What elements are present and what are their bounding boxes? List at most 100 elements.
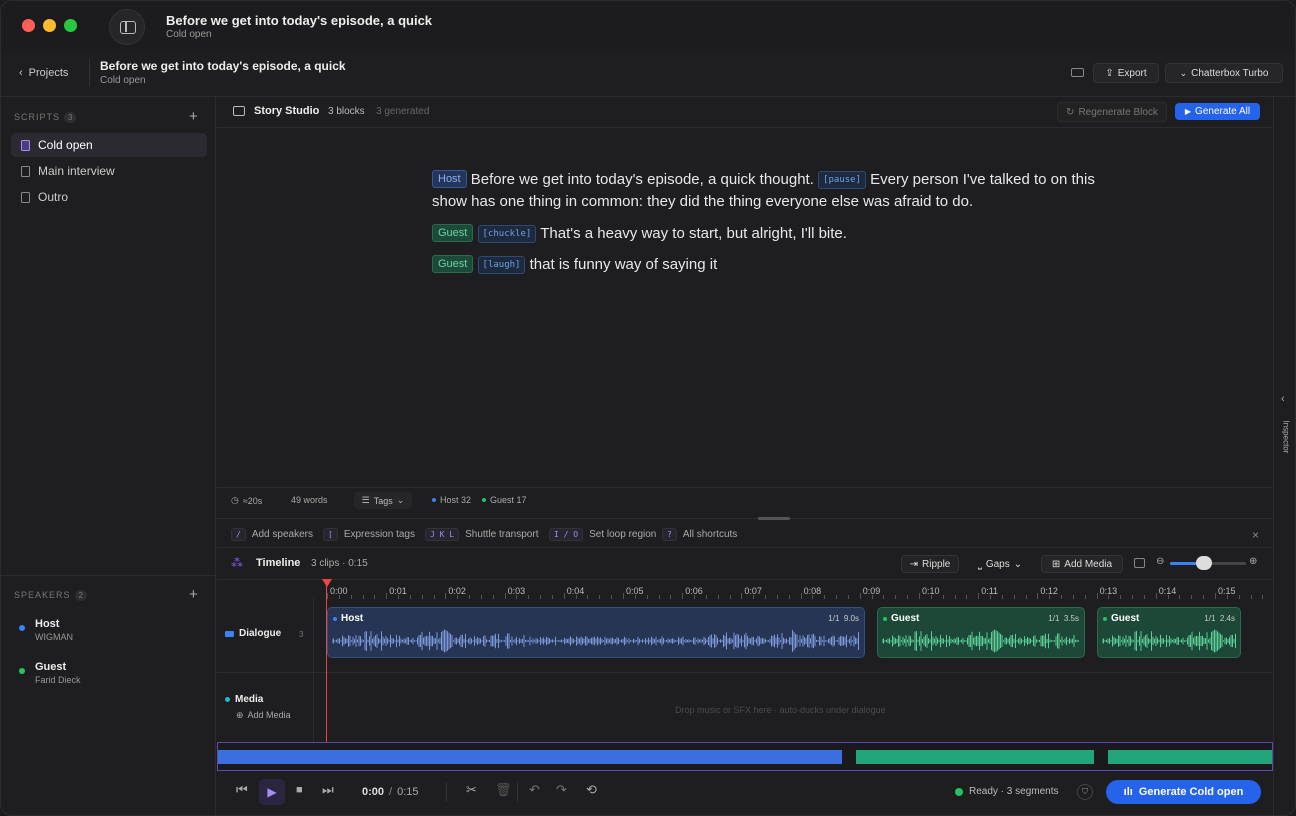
clip-duration: 3.5s xyxy=(1063,614,1079,623)
stop-button[interactable]: ■ xyxy=(296,784,303,796)
speaker-item-guest[interactable]: Guest Farid Dieck xyxy=(11,658,207,692)
script-item-main-interview[interactable]: Main interview xyxy=(11,159,207,183)
project-header: ‹ Projects Before we get into today's ep… xyxy=(1,51,1295,97)
inspector-toggle[interactable]: Inspector xyxy=(1282,421,1291,461)
ruler-tick-mark xyxy=(350,595,352,599)
zoom-out-icon[interactable]: ⊖ xyxy=(1156,556,1164,567)
export-label: Export xyxy=(1117,67,1147,79)
shortcut-hint: [Expression tags xyxy=(323,528,415,541)
chevron-left-icon[interactable]: ‹ xyxy=(1281,393,1285,405)
generate-cold-open-button[interactable]: ılı Generate Cold open xyxy=(1106,780,1261,804)
divider xyxy=(217,579,1273,580)
ripple-icon: ⇥ xyxy=(909,558,919,570)
waveform xyxy=(882,629,1079,653)
loop-icon[interactable]: ⟲ xyxy=(586,782,597,798)
add-speaker-button[interactable]: + xyxy=(189,586,198,603)
expression-tag-pause[interactable]: [pause] xyxy=(818,171,866,189)
back-to-projects-link[interactable]: ‹ Projects xyxy=(19,67,68,79)
title-bar: Before we get into today's episode, a qu… xyxy=(1,1,1295,51)
ruler-tick-mark xyxy=(433,595,435,599)
script-block-guest[interactable]: Guest [laugh] that is funny way of sayin… xyxy=(432,254,1112,276)
zoom-in-icon[interactable]: ⊕ xyxy=(1249,556,1257,567)
ruler-tick-mark xyxy=(895,595,897,599)
redo-icon[interactable]: ↷ xyxy=(556,782,567,798)
media-add-button[interactable]: ⊕ Add Media xyxy=(236,710,291,721)
playhead-handle[interactable] xyxy=(322,579,332,587)
shortcut-hint: I / O Set loop region xyxy=(549,528,656,541)
status-label: Ready · 3 segments xyxy=(969,786,1059,797)
script-item-cold-open[interactable]: Cold open xyxy=(11,133,207,157)
ruler-tick-mark xyxy=(623,593,624,599)
ruler-tick-mark xyxy=(1108,595,1110,599)
media-track-header: Media xyxy=(225,694,263,705)
media-drop-hint[interactable]: Drop music or SFX here · auto-ducks unde… xyxy=(675,705,886,715)
tags-label: Tags xyxy=(373,495,393,506)
ripple-toggle[interactable]: ⇥ Ripple xyxy=(901,555,959,573)
gaps-dropdown[interactable]: ⎵ Gaps ⌄ xyxy=(967,555,1033,573)
divider xyxy=(217,518,1273,519)
toggle-sidebar-button[interactable] xyxy=(109,9,145,45)
zoom-window-button[interactable] xyxy=(64,19,77,32)
play-icon: ▶ xyxy=(267,785,277,799)
speaker-voice: Farid Dieck xyxy=(35,675,81,685)
clip-guest[interactable]: Guest 1/1 3.5s xyxy=(877,607,1085,658)
script-item-outro[interactable]: Outro xyxy=(11,185,207,209)
ruler-tick-mark xyxy=(1132,595,1134,599)
zoom-slider[interactable] xyxy=(1170,556,1246,570)
ruler-tick-mark xyxy=(504,593,506,599)
back-label: Projects xyxy=(28,67,69,79)
clock-icon: ◷ xyxy=(231,495,239,505)
ruler-tick-mark xyxy=(386,593,388,599)
playhead[interactable] xyxy=(326,579,327,745)
skip-forward-button[interactable]: ⏭ xyxy=(322,782,334,798)
resize-handle[interactable] xyxy=(758,517,790,520)
shield-icon[interactable]: ⛉ xyxy=(1077,784,1093,800)
script-block-host[interactable]: Host Before we get into today's episode,… xyxy=(432,169,1112,213)
zoom-knob[interactable] xyxy=(1196,556,1213,570)
close-window-button[interactable] xyxy=(22,19,35,32)
clip-host[interactable]: Host 1/1 9.0s xyxy=(327,607,865,658)
ruler-tick-mark xyxy=(1203,595,1205,599)
tags-dropdown[interactable]: ☰ Tags ⌄ xyxy=(354,492,412,509)
ruler-tick-mark xyxy=(1179,595,1181,599)
ruler-tick-mark xyxy=(978,593,980,599)
speaker-tag-guest[interactable]: Guest xyxy=(432,224,474,242)
speaker-color-dot xyxy=(19,625,25,631)
skip-back-button[interactable]: ⏮ xyxy=(236,782,248,798)
overview-bar[interactable] xyxy=(217,742,1273,771)
expression-tag-chuckle[interactable]: [chuckle] xyxy=(477,225,537,243)
total-time: 0:15 xyxy=(397,786,419,798)
waveform-icon: ⁂ xyxy=(231,556,243,570)
shortcut-key: I / O xyxy=(549,528,584,541)
regenerate-block-button[interactable]: ↻ Regenerate Block xyxy=(1057,102,1167,122)
keyboard-icon[interactable] xyxy=(1071,68,1084,77)
fit-icon[interactable] xyxy=(1134,558,1145,568)
expression-tag-laugh[interactable]: [laugh] xyxy=(477,256,526,274)
shortcut-hint: / Add speakers xyxy=(231,528,313,541)
ruler-tick-mark xyxy=(587,595,589,599)
model-select[interactable]: ⌄ Chatterbox Turbo xyxy=(1165,63,1283,83)
scissors-icon[interactable]: ✂ xyxy=(466,782,477,798)
ruler-tick-mark xyxy=(445,593,447,599)
speaker-tag-guest[interactable]: Guest xyxy=(432,255,474,273)
undo-icon[interactable]: ↶ xyxy=(529,782,540,798)
scripts-count: 3 xyxy=(64,112,77,123)
close-icon[interactable]: × xyxy=(1252,528,1259,542)
play-button[interactable]: ▶ xyxy=(259,779,285,805)
speaker-tag-host[interactable]: Host xyxy=(432,170,467,188)
script-block-guest[interactable]: Guest [chuckle] That's a heavy way to st… xyxy=(432,223,1112,245)
add-media-button[interactable]: ⊞ Add Media xyxy=(1041,555,1123,573)
generate-all-button[interactable]: ▶ Generate All xyxy=(1175,103,1260,120)
export-button[interactable]: ⇪ Export xyxy=(1093,63,1159,83)
trash-icon[interactable]: 🗑 xyxy=(495,782,512,798)
clip-guest[interactable]: Guest 1/1 2.4s xyxy=(1097,607,1241,658)
shortcut-hint: ? All shortcuts xyxy=(662,528,737,541)
ruler-tick-mark xyxy=(516,595,518,599)
minimize-window-button[interactable] xyxy=(43,19,56,32)
divider xyxy=(1,575,216,576)
ruler-tick-mark xyxy=(338,595,340,599)
ruler-tick-mark xyxy=(409,595,411,599)
add-script-button[interactable]: + xyxy=(189,108,198,125)
speaker-item-host[interactable]: Host WIGMAN xyxy=(11,615,207,649)
ruler-tick-mark xyxy=(788,595,790,599)
